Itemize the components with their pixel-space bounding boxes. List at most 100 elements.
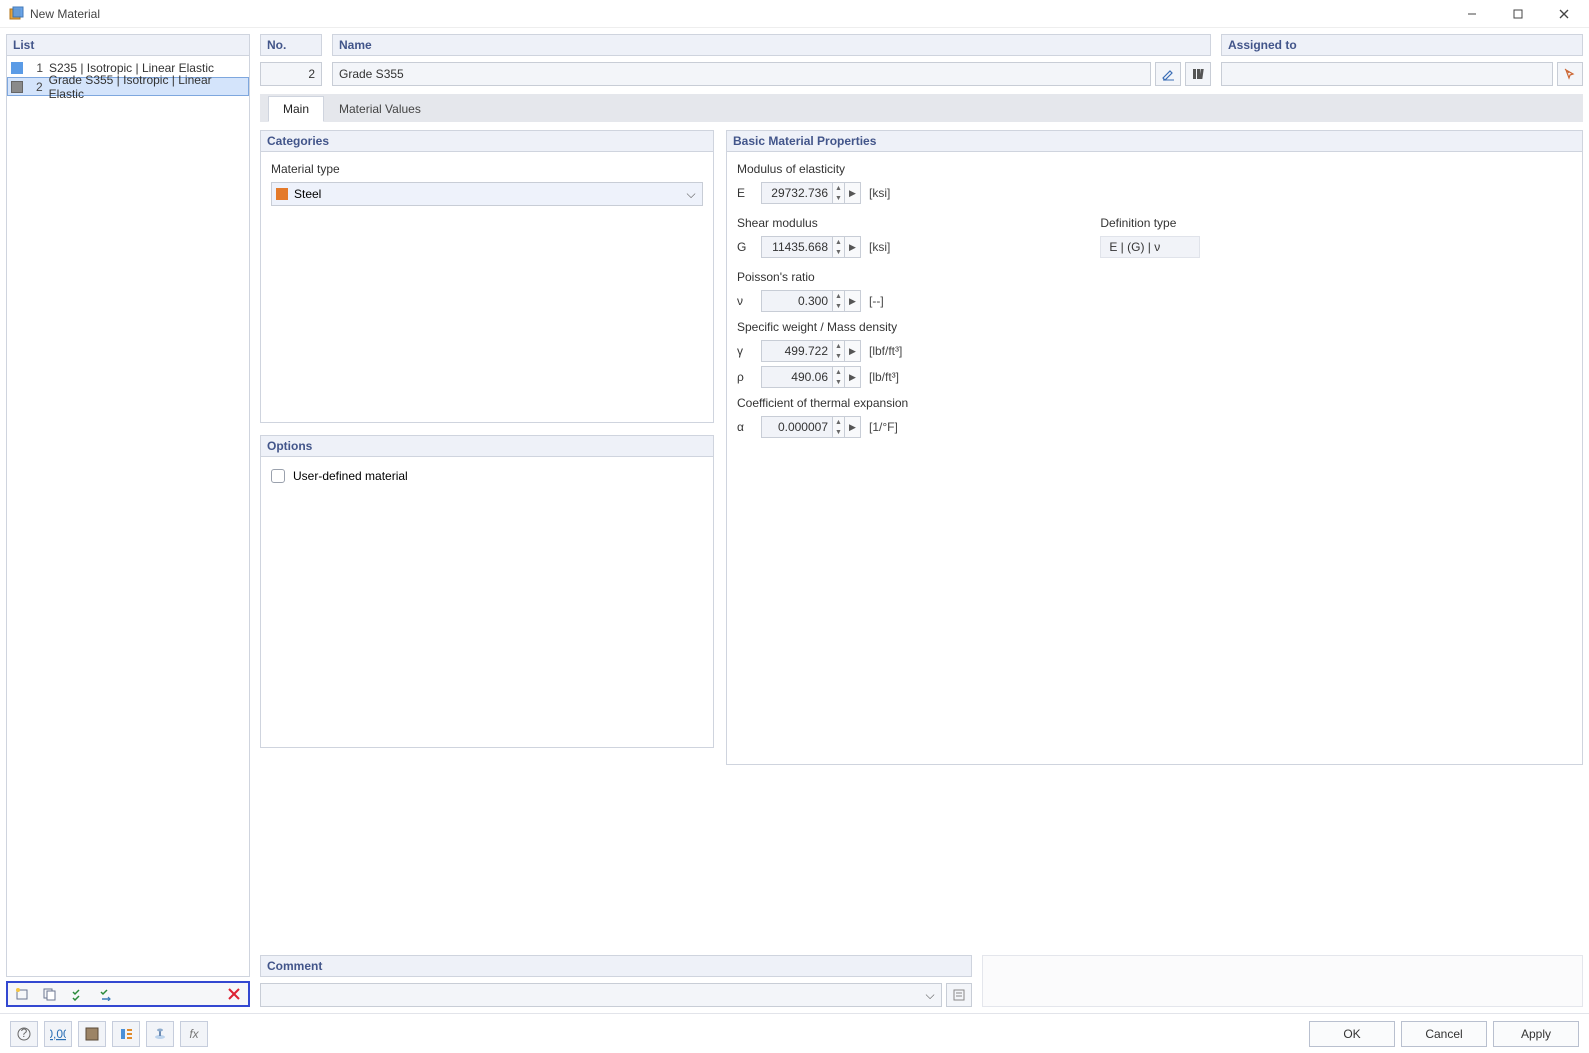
list-panel: List 1 S235 | Isotropic | Linear Elastic… [6,34,250,1007]
categories-group: Categories Material type Steel ⌵ [260,130,714,423]
picker-icon[interactable]: ▶ [845,236,861,258]
alpha-input[interactable] [761,416,833,438]
name-header: Name [332,34,1211,56]
G-symbol: G [737,240,753,254]
user-defined-label: User-defined material [293,469,408,483]
basic-properties-group: Basic Material Properties Modulus of ela… [726,130,1583,765]
alpha-unit: [1/°F] [869,420,898,434]
poisson-label: Poisson's ratio [737,270,1572,284]
apply-button[interactable]: Apply [1493,1021,1579,1047]
number-header: No. [260,34,322,56]
material-type-value: Steel [294,187,684,201]
window-minimize-button[interactable] [1449,0,1495,28]
check-all-button[interactable] [67,984,89,1004]
spinner-icon[interactable]: ▲▼ [833,416,845,438]
picker-icon[interactable]: ▶ [845,416,861,438]
library-name-button[interactable] [1185,62,1211,86]
ok-button[interactable]: OK [1309,1021,1395,1047]
user-defined-checkbox-row[interactable]: User-defined material [271,469,703,483]
svg-text:?: ? [21,1027,28,1040]
options-group: Options User-defined material [260,435,714,748]
pick-assigned-button[interactable] [1557,62,1583,86]
dialog-footer: ? 0,00 fx OK Cancel Apply [0,1013,1589,1053]
preview-button[interactable] [146,1021,174,1047]
comment-pick-button[interactable] [946,983,972,1007]
density-label: Specific weight / Mass density [737,320,1572,334]
new-item-button[interactable] [11,984,33,1004]
list-item-label: Grade S355 | Isotropic | Linear Elastic [49,73,245,101]
E-unit: [ksi] [869,186,890,200]
options-header: Options [260,435,714,457]
E-input[interactable] [761,182,833,204]
number-field-block: No. [260,34,322,86]
E-symbol: E [737,186,753,200]
material-swatch-icon [11,62,23,74]
spinner-icon[interactable]: ▲▼ [833,290,845,312]
tab-main[interactable]: Main [268,96,324,122]
spinner-icon[interactable]: ▲▼ [833,340,845,362]
steel-swatch-icon [276,188,288,200]
titlebar: New Material [0,0,1589,28]
help-button[interactable]: ? [10,1021,38,1047]
spinner-icon[interactable]: ▲▼ [833,182,845,204]
app-icon [8,6,24,22]
shear-label: Shear modulus [737,216,890,230]
thermal-label: Coefficient of thermal expansion [737,396,1572,410]
checkbox-icon[interactable] [271,469,285,483]
comment-side-panel [982,955,1583,1007]
material-type-label: Material type [271,162,703,176]
color-button[interactable] [78,1021,106,1047]
material-swatch-icon [11,81,23,93]
basic-properties-header: Basic Material Properties [726,130,1583,152]
comment-combo[interactable]: ⌵ [260,983,942,1007]
delete-item-button[interactable] [223,984,245,1004]
edit-name-button[interactable] [1155,62,1181,86]
function-button[interactable]: fx [180,1021,208,1047]
rho-input[interactable] [761,366,833,388]
gamma-symbol: γ [737,344,753,358]
tab-bar: Main Material Values [260,94,1583,122]
spinner-icon[interactable]: ▲▼ [833,236,845,258]
name-field-block: Name [332,34,1211,86]
picker-icon[interactable]: ▶ [845,366,861,388]
chevron-down-icon: ⌵ [684,187,698,202]
copy-item-button[interactable] [39,984,61,1004]
nu-input[interactable] [761,290,833,312]
window-title: New Material [30,7,100,21]
definition-type-label: Definition type [1100,216,1200,230]
properties-button[interactable] [112,1021,140,1047]
gamma-unit: [lbf/ft³] [869,344,902,358]
picker-icon[interactable]: ▶ [845,340,861,362]
spinner-icon[interactable]: ▲▼ [833,366,845,388]
comment-header: Comment [260,955,972,977]
assigned-input[interactable] [1221,62,1553,86]
G-input[interactable] [761,236,833,258]
nu-symbol: ν [737,294,753,308]
reorder-button[interactable] [95,984,117,1004]
list-item-number: 2 [29,80,43,94]
assigned-field-block: Assigned to [1221,34,1583,86]
name-input[interactable] [332,62,1151,86]
comment-block: Comment ⌵ [260,955,972,1007]
gamma-input[interactable] [761,340,833,362]
assigned-header: Assigned to [1221,34,1583,56]
material-list[interactable]: 1 S235 | Isotropic | Linear Elastic 2 Gr… [6,56,250,977]
list-item[interactable]: 2 Grade S355 | Isotropic | Linear Elasti… [7,77,249,96]
list-header: List [6,34,250,56]
tab-material-values[interactable]: Material Values [324,96,436,122]
cancel-button[interactable]: Cancel [1401,1021,1487,1047]
rho-unit: [lb/ft³] [869,370,899,384]
G-unit: [ksi] [869,240,890,254]
picker-icon[interactable]: ▶ [845,182,861,204]
picker-icon[interactable]: ▶ [845,290,861,312]
list-item-number: 1 [29,61,43,75]
definition-type-value: E | (G) | ν [1100,236,1200,258]
svg-text:fx: fx [189,1027,199,1041]
number-input[interactable] [260,62,322,86]
svg-text:0,00: 0,00 [50,1027,66,1041]
window-maximize-button[interactable] [1495,0,1541,28]
elasticity-label: Modulus of elasticity [737,162,1572,176]
units-button[interactable]: 0,00 [44,1021,72,1047]
window-close-button[interactable] [1541,0,1587,28]
material-type-combo[interactable]: Steel ⌵ [271,182,703,206]
